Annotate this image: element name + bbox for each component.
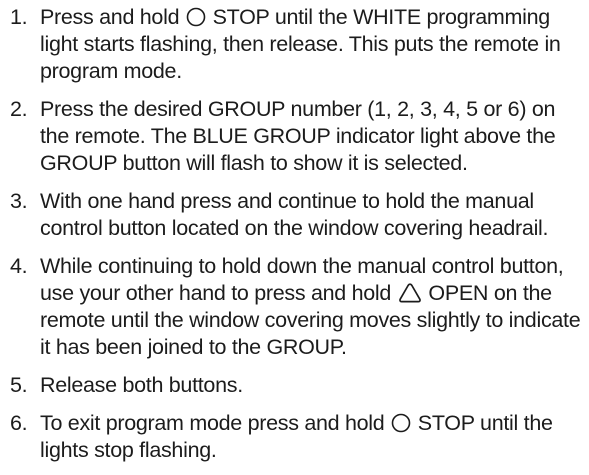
step-number: 2.	[10, 97, 28, 121]
step-1: 1. Press and hold STOP until the WHITE p…	[0, 4, 589, 85]
step-number: 3.	[10, 189, 28, 213]
step-2: 2. Press the desired GROUP number (1, 2,…	[0, 96, 589, 177]
step-number: 4.	[10, 254, 28, 278]
step-number: 1.	[10, 5, 28, 29]
circle-icon	[391, 413, 411, 433]
step-number: 6.	[10, 411, 28, 435]
step-5: 5. Release both buttons.	[0, 372, 589, 399]
triangle-up-icon	[398, 282, 422, 303]
step-text: With one hand press and continue to hold…	[40, 189, 549, 240]
step-text: Release both buttons.	[40, 373, 243, 397]
step-text-start: To exit program mode press and hold	[40, 411, 391, 435]
step-3: 3. With one hand press and continue to h…	[0, 188, 589, 242]
step-text: Press the desired GROUP number (1, 2, 3,…	[40, 97, 556, 175]
step-4: 4. While continuing to hold down the man…	[0, 253, 589, 361]
circle-icon	[186, 7, 206, 27]
step-text-start: Press and hold	[40, 5, 185, 29]
step-number: 5.	[10, 373, 28, 397]
step-6: 6. To exit program mode press and hold S…	[0, 410, 589, 464]
instruction-list: 1. Press and hold STOP until the WHITE p…	[0, 4, 589, 475]
